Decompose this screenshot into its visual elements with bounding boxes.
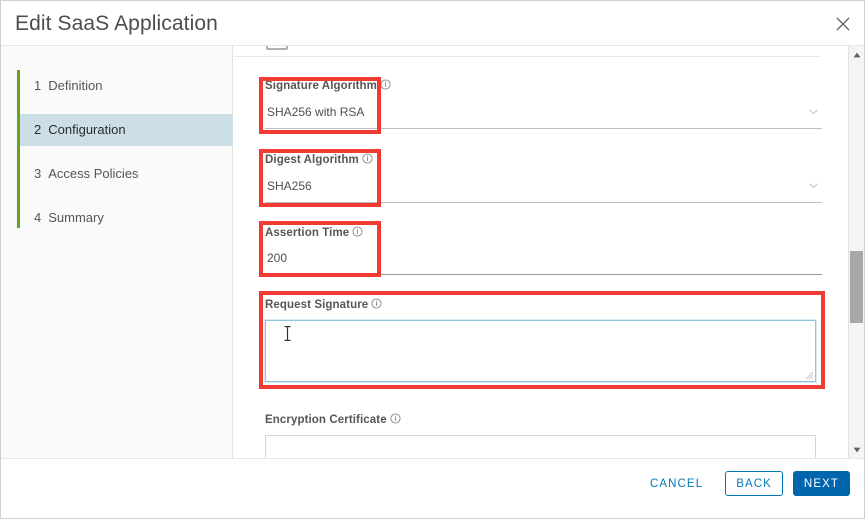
info-circle-icon[interactable] bbox=[362, 153, 373, 164]
sidebar-item-summary[interactable]: 4 Summary bbox=[20, 202, 233, 234]
caret-up-icon[interactable] bbox=[849, 48, 864, 62]
sidebar-item-definition[interactable]: 1 Definition bbox=[20, 70, 233, 102]
footer-button-row: CANCEL BACK NEXT bbox=[638, 471, 850, 496]
info-circle-icon[interactable] bbox=[380, 79, 391, 90]
signature-algorithm-select[interactable]: SHA256 with RSA bbox=[265, 101, 822, 129]
back-button[interactable]: BACK bbox=[725, 471, 783, 496]
edit-saas-application-dialog: Edit SaaS Application 1 Definition 2 Confi… bbox=[0, 0, 865, 519]
step-number: 3 bbox=[34, 166, 42, 181]
info-circle-icon[interactable] bbox=[390, 413, 401, 424]
dialog-title-bar: Edit SaaS Application bbox=[1, 1, 864, 46]
chevron-down-icon bbox=[809, 109, 818, 115]
next-button[interactable]: NEXT bbox=[792, 471, 850, 496]
cancel-button[interactable]: CANCEL bbox=[638, 471, 715, 496]
selected-value: SHA256 bbox=[267, 179, 312, 193]
field-digest-algorithm: Digest Algorithm SHA256 bbox=[265, 153, 822, 203]
info-circle-icon[interactable] bbox=[371, 298, 382, 309]
step-number: 1 bbox=[34, 78, 42, 93]
resize-handle-icon[interactable] bbox=[804, 370, 814, 380]
section-divider bbox=[234, 56, 820, 57]
caret-down-icon[interactable] bbox=[849, 443, 864, 457]
field-label: Encryption Certificate bbox=[265, 413, 816, 426]
field-request-signature: Request Signature bbox=[265, 298, 816, 382]
field-label: Signature Algorithm bbox=[265, 79, 822, 92]
field-encryption-certificate: Encryption Certificate bbox=[265, 413, 816, 459]
request-signature-textarea[interactable] bbox=[265, 320, 816, 382]
form-scroll-area: Signature Algorithm SHA256 with RSA Dige… bbox=[234, 46, 846, 459]
chevron-down-icon bbox=[809, 183, 818, 189]
digest-algorithm-select[interactable]: SHA256 bbox=[265, 175, 822, 203]
configuration-form-pane: Signature Algorithm SHA256 with RSA Dige… bbox=[234, 46, 864, 459]
sidebar-item-label: Configuration bbox=[48, 122, 126, 137]
field-label: Assertion Time bbox=[265, 226, 822, 239]
step-number: 2 bbox=[34, 122, 42, 137]
vertical-scrollbar[interactable] bbox=[848, 46, 864, 459]
field-signature-algorithm: Signature Algorithm SHA256 with RSA bbox=[265, 79, 822, 129]
sidebar-item-access-policies[interactable]: 3 Access Policies bbox=[20, 158, 233, 190]
assertion-time-input[interactable]: 200 bbox=[265, 248, 822, 275]
clipped-checkbox[interactable] bbox=[266, 46, 288, 50]
info-circle-icon[interactable] bbox=[352, 226, 363, 237]
field-label: Request Signature bbox=[265, 298, 816, 311]
sidebar-item-configuration[interactable]: 2 Configuration bbox=[20, 114, 233, 146]
scrollbar-thumb[interactable] bbox=[850, 251, 863, 323]
sidebar-item-label: Access Policies bbox=[48, 166, 139, 181]
wizard-step-list: 1 Definition 2 Configuration 3 Access Polic… bbox=[20, 70, 233, 246]
field-assertion-time: Assertion Time 200 bbox=[265, 226, 822, 275]
close-icon[interactable] bbox=[830, 12, 856, 38]
input-value: 200 bbox=[267, 251, 288, 265]
step-number: 4 bbox=[34, 210, 42, 225]
page-title: Edit SaaS Application bbox=[15, 12, 218, 35]
encryption-certificate-textarea[interactable] bbox=[265, 435, 816, 459]
wizard-sidebar: 1 Definition 2 Configuration 3 Access Polic… bbox=[1, 46, 233, 459]
sidebar-item-label: Summary bbox=[48, 210, 104, 225]
selected-value: SHA256 with RSA bbox=[267, 105, 365, 119]
sidebar-item-label: Definition bbox=[48, 78, 103, 93]
field-label: Digest Algorithm bbox=[265, 153, 822, 166]
dialog-footer: CANCEL BACK NEXT bbox=[1, 458, 864, 518]
